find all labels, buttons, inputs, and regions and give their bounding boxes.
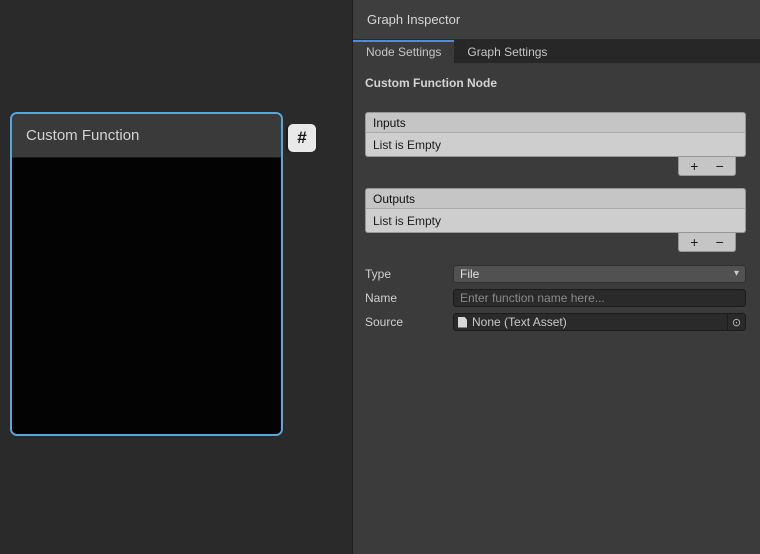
node-fields: Type File ▾ Name Source None (Text Asset… — [365, 265, 746, 331]
node-body — [12, 158, 281, 434]
type-label: Type — [365, 267, 453, 281]
inputs-list: Inputs List is Empty + − — [365, 112, 746, 176]
name-label: Name — [365, 291, 453, 305]
inputs-list-footer: + − — [365, 157, 746, 176]
outputs-list-header: Outputs — [365, 188, 746, 208]
text-asset-icon — [458, 317, 467, 328]
tab-node-settings[interactable]: Node Settings — [353, 40, 454, 63]
source-object-value: None (Text Asset) — [472, 315, 727, 329]
inputs-list-header: Inputs — [365, 112, 746, 132]
tab-graph-settings[interactable]: Graph Settings — [454, 40, 560, 63]
object-picker-icon[interactable]: ⊙ — [727, 314, 745, 330]
node-header[interactable]: Custom Function — [12, 114, 281, 158]
type-dropdown-value: File — [460, 267, 479, 281]
add-input-button[interactable]: + — [684, 159, 704, 173]
inspector-title: Graph Inspector — [367, 12, 460, 27]
inputs-footer-bar: + − — [678, 157, 736, 176]
graph-canvas[interactable]: Custom Function # — [0, 0, 352, 554]
chevron-down-icon: ▾ — [734, 269, 739, 279]
type-row: Type File ▾ — [365, 265, 746, 283]
function-name-input[interactable] — [453, 289, 746, 307]
custom-function-node[interactable]: Custom Function — [10, 112, 283, 436]
source-label: Source — [365, 315, 453, 329]
source-row: Source None (Text Asset) ⊙ — [365, 313, 746, 331]
hash-icon: # — [297, 128, 306, 148]
inspector-body: Custom Function Node Inputs List is Empt… — [353, 63, 760, 331]
outputs-list: Outputs List is Empty + − — [365, 188, 746, 252]
add-output-button[interactable]: + — [684, 235, 704, 249]
remove-output-button[interactable]: − — [710, 235, 730, 249]
outputs-list-footer: + − — [365, 233, 746, 252]
outputs-empty-row: List is Empty — [365, 208, 746, 233]
custom-function-hash-badge[interactable]: # — [288, 124, 316, 152]
source-object-field[interactable]: None (Text Asset) ⊙ — [453, 313, 746, 331]
node-title: Custom Function — [26, 127, 139, 144]
inputs-empty-row: List is Empty — [365, 132, 746, 157]
remove-input-button[interactable]: − — [710, 159, 730, 173]
section-title: Custom Function Node — [365, 76, 746, 90]
type-dropdown[interactable]: File ▾ — [453, 265, 746, 283]
inspector-header[interactable]: Graph Inspector — [353, 0, 760, 40]
inspector-tabs: Node Settings Graph Settings — [353, 40, 760, 63]
name-row: Name — [365, 289, 746, 307]
outputs-footer-bar: + − — [678, 233, 736, 252]
graph-inspector-panel: Graph Inspector Node Settings Graph Sett… — [352, 0, 760, 554]
